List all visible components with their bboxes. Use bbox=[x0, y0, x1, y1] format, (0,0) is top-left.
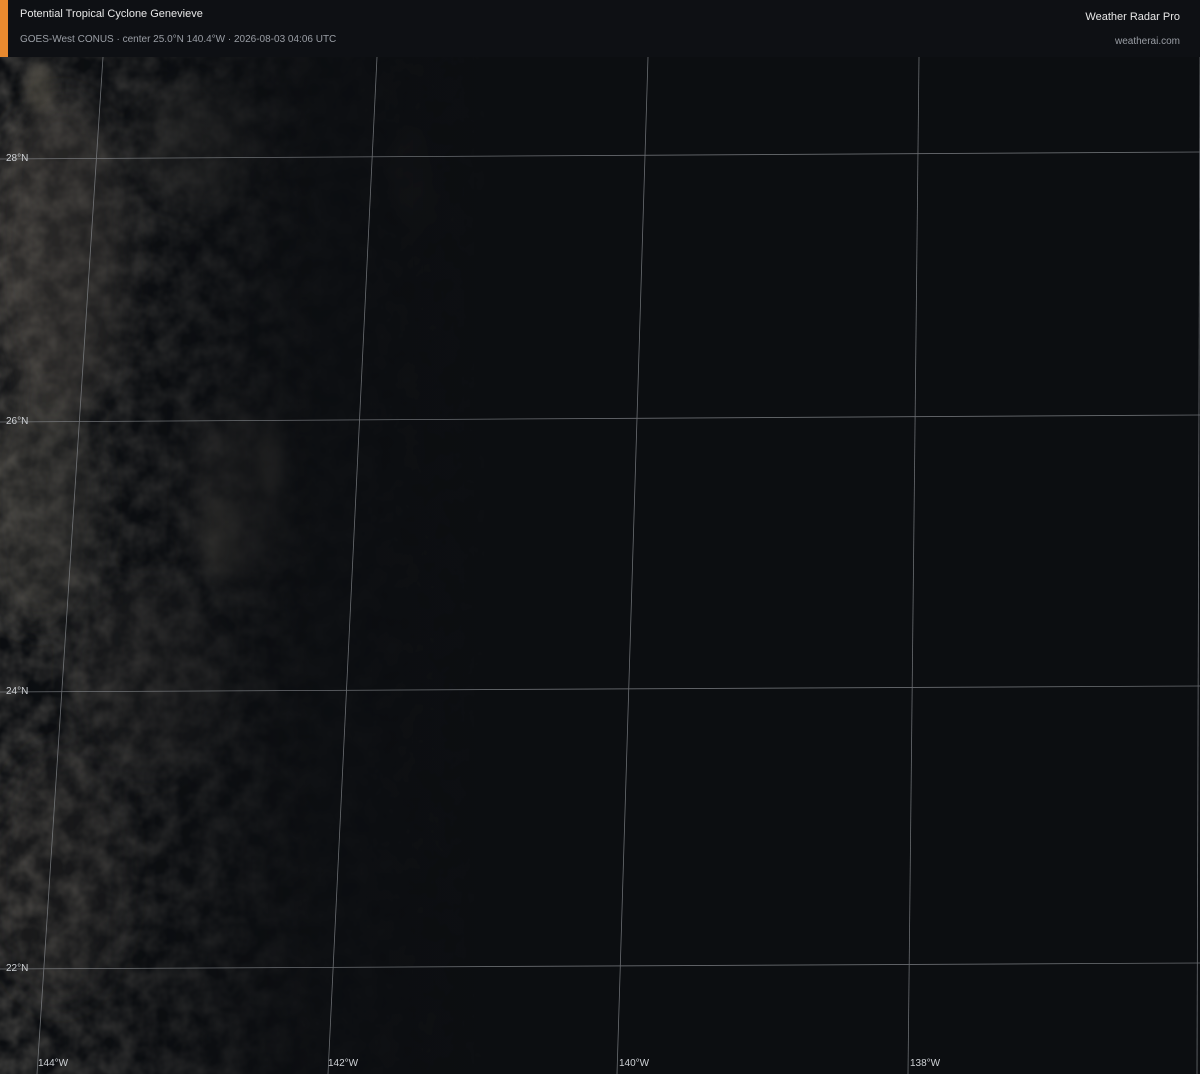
imagery-svg bbox=[0, 57, 1200, 1074]
satellite-viewer: Potential Tropical Cyclone Genevieve GOE… bbox=[0, 0, 1200, 1074]
site-link[interactable]: weatherai.com bbox=[1115, 36, 1180, 47]
lon-label-138w: 138°W bbox=[910, 1058, 941, 1069]
image-metadata: GOES-West CONUS · center 25.0°N 140.4°W … bbox=[20, 34, 337, 45]
cloud-field bbox=[0, 57, 520, 1074]
lon-label-140w: 140°W bbox=[619, 1058, 650, 1069]
storm-title: Potential Tropical Cyclone Genevieve bbox=[20, 8, 203, 20]
accent-stripe bbox=[0, 0, 8, 57]
lat-label-24n: 24°N bbox=[6, 686, 29, 697]
satellite-image[interactable]: 28°N 26°N 24°N 22°N 144°W 142°W 140°W 13… bbox=[0, 57, 1200, 1074]
header-bar: Potential Tropical Cyclone Genevieve GOE… bbox=[0, 0, 1200, 57]
lat-label-22n: 22°N bbox=[6, 963, 29, 974]
lon-label-144w: 144°W bbox=[38, 1058, 69, 1069]
lon-label-142w: 142°W bbox=[328, 1058, 359, 1069]
lat-label-28n: 28°N bbox=[6, 153, 29, 164]
brand-name: Weather Radar Pro bbox=[1085, 11, 1180, 23]
lat-label-26n: 26°N bbox=[6, 416, 29, 427]
